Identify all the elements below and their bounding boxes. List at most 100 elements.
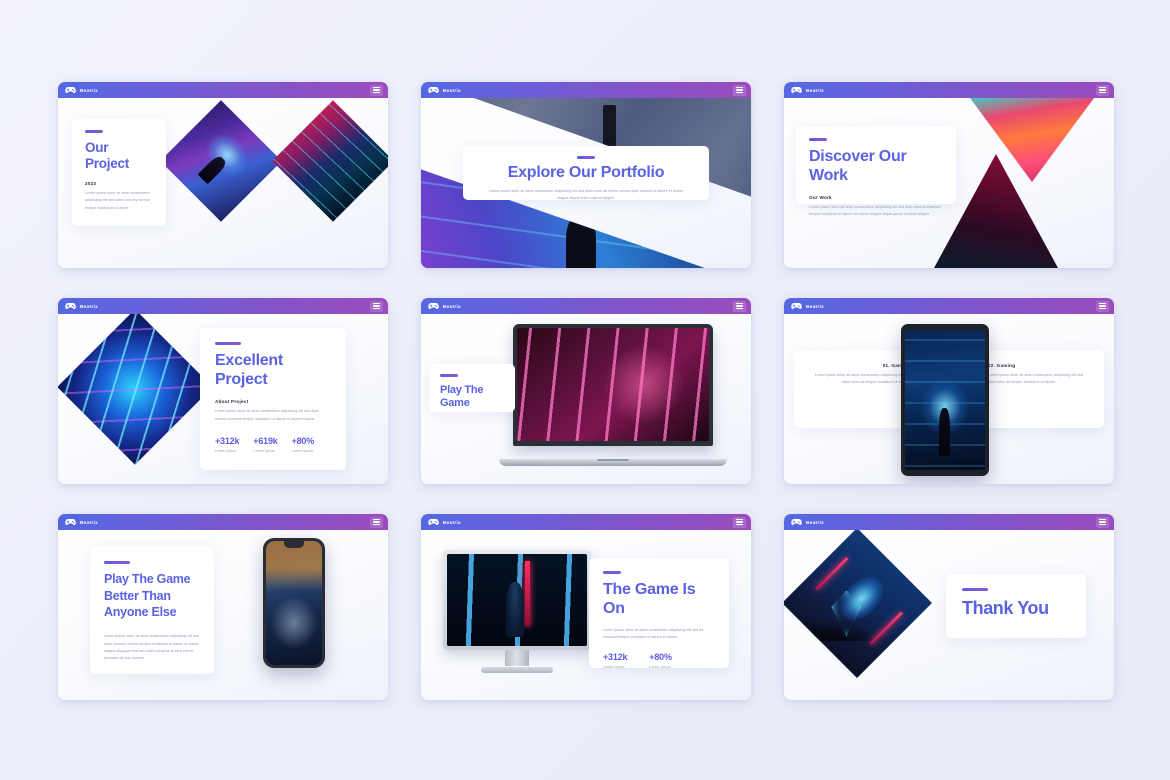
slide-3-text-card: Discover Our Work Our Work Lorem ipsum d… — [796, 126, 956, 216]
monitor-neck — [505, 649, 529, 667]
phone-frame — [263, 538, 325, 668]
slide-deck-grid: Beatrix Our Project 2023 Lorem ipsum dol… — [58, 82, 1114, 700]
brand-name: Beatrix — [443, 303, 462, 309]
slide-body: Discover Our Work Our Work Lorem ipsum d… — [784, 98, 1114, 268]
stat-value: +312k — [603, 652, 628, 663]
hamburger-menu-icon[interactable] — [1096, 516, 1109, 528]
stat-label: Lorem Ipsum — [649, 665, 671, 670]
slide-3-body: Lorem ipsum dolor sit amet consectetur a… — [809, 204, 941, 217]
stat-item: +312k Lorem Ipsum — [215, 436, 239, 453]
accent-rule — [809, 138, 827, 141]
gamepad-icon — [428, 519, 439, 525]
stat-value: +80% — [649, 652, 672, 663]
gamepad-icon — [791, 303, 802, 309]
hamburger-menu-icon[interactable] — [1096, 84, 1109, 96]
slide-header-bar: Beatrix — [421, 82, 751, 98]
gamepad-icon — [428, 303, 439, 309]
brand-name: Beatrix — [806, 303, 825, 309]
slide-2-body: Lorem ipsum dolor sit amet consectetur a… — [488, 188, 684, 201]
slide-4[interactable]: Beatrix Excellent Project About Project … — [58, 298, 388, 484]
slide-1[interactable]: Beatrix Our Project 2023 Lorem ipsum dol… — [58, 82, 388, 268]
accent-rule — [85, 130, 103, 133]
brand: Beatrix — [428, 518, 461, 526]
slide-7-body: Lorem ipsum dolor sit amet consectetur a… — [104, 634, 200, 661]
hamburger-menu-icon[interactable] — [733, 300, 746, 312]
gamepad-icon — [65, 303, 76, 309]
hamburger-menu-icon[interactable] — [1096, 300, 1109, 312]
slide-header-bar: Beatrix — [421, 514, 751, 530]
slide-body: Excellent Project About Project Lorem ip… — [58, 309, 388, 484]
slide-header-bar: Beatrix — [58, 514, 388, 530]
slide-9-text-card: Thank You — [946, 574, 1086, 638]
slide-7-title: Play The Game Better Than Anyone Else — [104, 572, 191, 619]
laptop-screen — [517, 328, 709, 442]
slide-5[interactable]: Beatrix Play The Game — [421, 298, 751, 484]
slide-4-subtitle: About Project — [215, 399, 249, 405]
stat-item: +312k Lorem Ipsum — [603, 652, 627, 669]
gamepad-icon — [791, 519, 802, 525]
slide-5-text-card: Play The Game — [429, 364, 515, 412]
stat-value: +312k — [215, 435, 240, 446]
slide-6-column-2: 02. Gaming Lorem ipsum dolor sit amet co… — [974, 350, 1104, 428]
slide-4-text-card: Excellent Project About Project Lorem ip… — [200, 328, 346, 470]
phone-notch — [283, 541, 305, 548]
monitor-foot — [481, 666, 553, 673]
neon-girl-photo — [517, 328, 709, 442]
diamond-rain — [272, 100, 388, 222]
brand: Beatrix — [428, 302, 461, 310]
slide-body: Play The Game — [421, 314, 751, 484]
slide-6[interactable]: Beatrix 01. Gaming Lorem ipsum dolor sit… — [784, 298, 1114, 484]
slide-2[interactable]: Beatrix Explore Our Portfolio Lorem ipsu… — [421, 82, 751, 268]
slide-3-subtitle: Our Work — [809, 194, 832, 200]
stat-item: +80% Lorem Ipsum — [291, 435, 315, 453]
stat-item: +80% Lorem Ipsum — [649, 652, 672, 670]
stat-label: Lorem Ipsum — [603, 665, 625, 670]
brand: Beatrix — [65, 86, 98, 94]
stat-value: +80% — [291, 435, 315, 446]
slide-2-title: Explore Our Portfolio — [507, 164, 665, 181]
hamburger-menu-icon[interactable] — [370, 84, 383, 96]
slide-body: Our Project 2023 Lorem ipsum dolor sit a… — [58, 98, 388, 268]
tablet-frame — [901, 324, 989, 476]
slide-8-title: The Game Is On — [603, 581, 696, 617]
hamburger-menu-icon[interactable] — [733, 516, 746, 528]
laptop-lid — [513, 324, 713, 447]
brand-name: Beatrix — [806, 87, 825, 93]
slide-body: 01. Gaming Lorem ipsum dolor sit amet co… — [784, 314, 1114, 484]
slide-body: Thank You — [784, 528, 1114, 700]
slide-body: Play The Game Better Than Anyone Else Lo… — [58, 530, 388, 700]
slide-4-title: Excellent Project — [215, 352, 284, 389]
column-2-heading: 02. Gaming — [988, 363, 1016, 368]
hamburger-menu-icon[interactable] — [733, 84, 746, 96]
brand-name: Beatrix — [443, 519, 462, 525]
brand: Beatrix — [791, 302, 824, 310]
gamepad-icon — [428, 87, 439, 93]
slide-9[interactable]: Beatrix Thank You — [784, 514, 1114, 700]
slide-2-text-card: Explore Our Portfolio Lorem ipsum dolor … — [463, 146, 709, 200]
slide-body: The Game Is On Lorem ipsum dolor sit ame… — [421, 530, 751, 700]
slide-5-title: Play The Game — [440, 384, 484, 409]
hamburger-menu-icon[interactable] — [370, 300, 383, 312]
hamburger-menu-icon[interactable] — [370, 516, 383, 528]
brand-name: Beatrix — [806, 519, 825, 525]
tablet-screen — [905, 330, 985, 470]
slide-header-bar: Beatrix — [421, 298, 751, 314]
brand: Beatrix — [791, 86, 824, 94]
diamond-neon-crowd — [160, 100, 282, 222]
slide-8-body: Lorem ipsum dolor sit amet consectetur a… — [603, 627, 704, 640]
monitor-screen — [447, 554, 587, 646]
stat-label: Lorem Ipsum — [291, 448, 314, 453]
gamepad-icon — [65, 519, 76, 525]
blue-bars-photo — [447, 554, 587, 646]
gamepad-icon — [65, 87, 76, 93]
laptop-base — [499, 459, 727, 466]
accent-rule — [577, 156, 595, 159]
phone-screen — [266, 541, 322, 665]
rapper-photo — [266, 541, 322, 665]
slide-3[interactable]: Beatrix Discover Our Work Our Work Lorem… — [784, 82, 1114, 268]
cyber-alley-photo — [905, 330, 985, 470]
slide-7[interactable]: Beatrix Play The Game Better Than Anyone… — [58, 514, 388, 700]
slide-8[interactable]: Beatrix The Game Is On Lorem ipsum dolor… — [421, 514, 751, 700]
brand: Beatrix — [791, 518, 824, 526]
accent-rule — [440, 374, 458, 377]
